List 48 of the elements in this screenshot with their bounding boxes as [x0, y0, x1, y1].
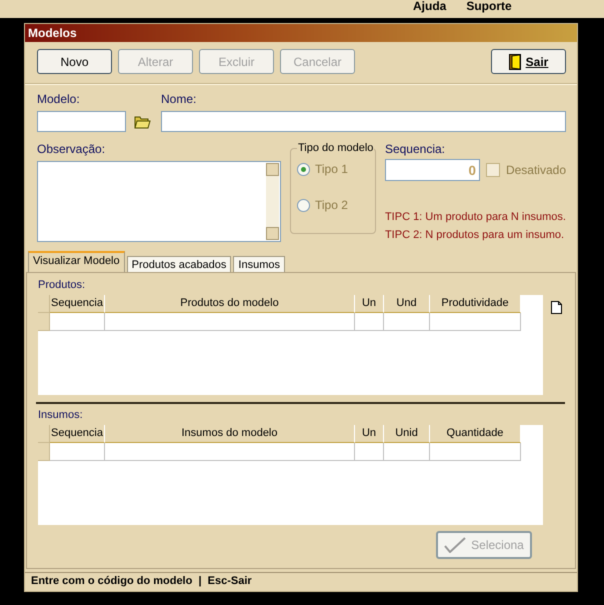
row-indicator — [38, 313, 50, 331]
column-header[interactable]: Und — [384, 295, 430, 313]
column-header[interactable]: Quantidade — [430, 425, 521, 443]
table-cell[interactable] — [430, 443, 521, 461]
checkmark-icon — [444, 537, 466, 553]
table-cell[interactable] — [50, 443, 105, 461]
note-text: TIPC 1: Um produto para N insumos. — [384, 211, 566, 223]
note-text: TIPC 2: N produtos para um insumo. — [384, 229, 566, 241]
tab[interactable]: Insumos — [233, 256, 285, 272]
row-indicator — [38, 443, 50, 461]
column-header[interactable]: Produtos do modelo — [105, 295, 355, 313]
column-header[interactable]: Sequencia — [50, 295, 105, 313]
table-cell[interactable] — [105, 443, 355, 461]
modelo-field[interactable] — [37, 111, 126, 132]
folder-icon[interactable] — [134, 114, 151, 128]
observacao-field[interactable] — [37, 161, 281, 242]
column-header[interactable]: Unid — [384, 425, 430, 443]
window-title: Modelos — [25, 24, 577, 42]
column-header[interactable]: Un — [355, 425, 384, 443]
field-label: Sequencia: — [384, 142, 446, 156]
column-header[interactable]: Insumos do modelo — [105, 425, 355, 443]
column-header[interactable]: Produtividade — [430, 295, 521, 313]
table-cell[interactable] — [105, 313, 355, 331]
menu-item[interactable]: Ajuda — [413, 0, 446, 13]
column-header[interactable]: Sequencia — [50, 425, 105, 443]
tab[interactable]: Produtos acabados — [126, 256, 232, 272]
section-label: Produtos: — [38, 279, 86, 291]
checkbox-label: Desativado — [506, 163, 566, 177]
door-icon — [508, 54, 521, 70]
table-cell[interactable] — [384, 443, 430, 461]
table-cell[interactable] — [384, 313, 430, 331]
table-cell[interactable] — [355, 443, 384, 461]
exit-button[interactable]: Sair — [491, 49, 566, 74]
nome-field[interactable] — [161, 111, 566, 132]
new-document-icon[interactable] — [551, 301, 562, 314]
table-cell[interactable] — [355, 313, 384, 331]
field-label: Observação: — [37, 142, 106, 156]
menu-item[interactable]: Suporte — [466, 0, 512, 13]
field-label: Nome: — [161, 92, 198, 106]
toolbar-button[interactable]: Novo — [37, 49, 112, 74]
tab[interactable]: Visualizar Modelo — [28, 251, 125, 272]
status-bar: Entre com o código do modelo | Esc-Sair — [25, 572, 577, 590]
table-cell[interactable] — [50, 313, 105, 331]
group-title: Tipo do modelo — [297, 142, 374, 154]
table-cell[interactable] — [430, 313, 521, 331]
section-label: Insumos: — [38, 409, 84, 421]
column-header[interactable]: Un — [355, 295, 384, 313]
field-label: Modelo: — [37, 92, 81, 106]
